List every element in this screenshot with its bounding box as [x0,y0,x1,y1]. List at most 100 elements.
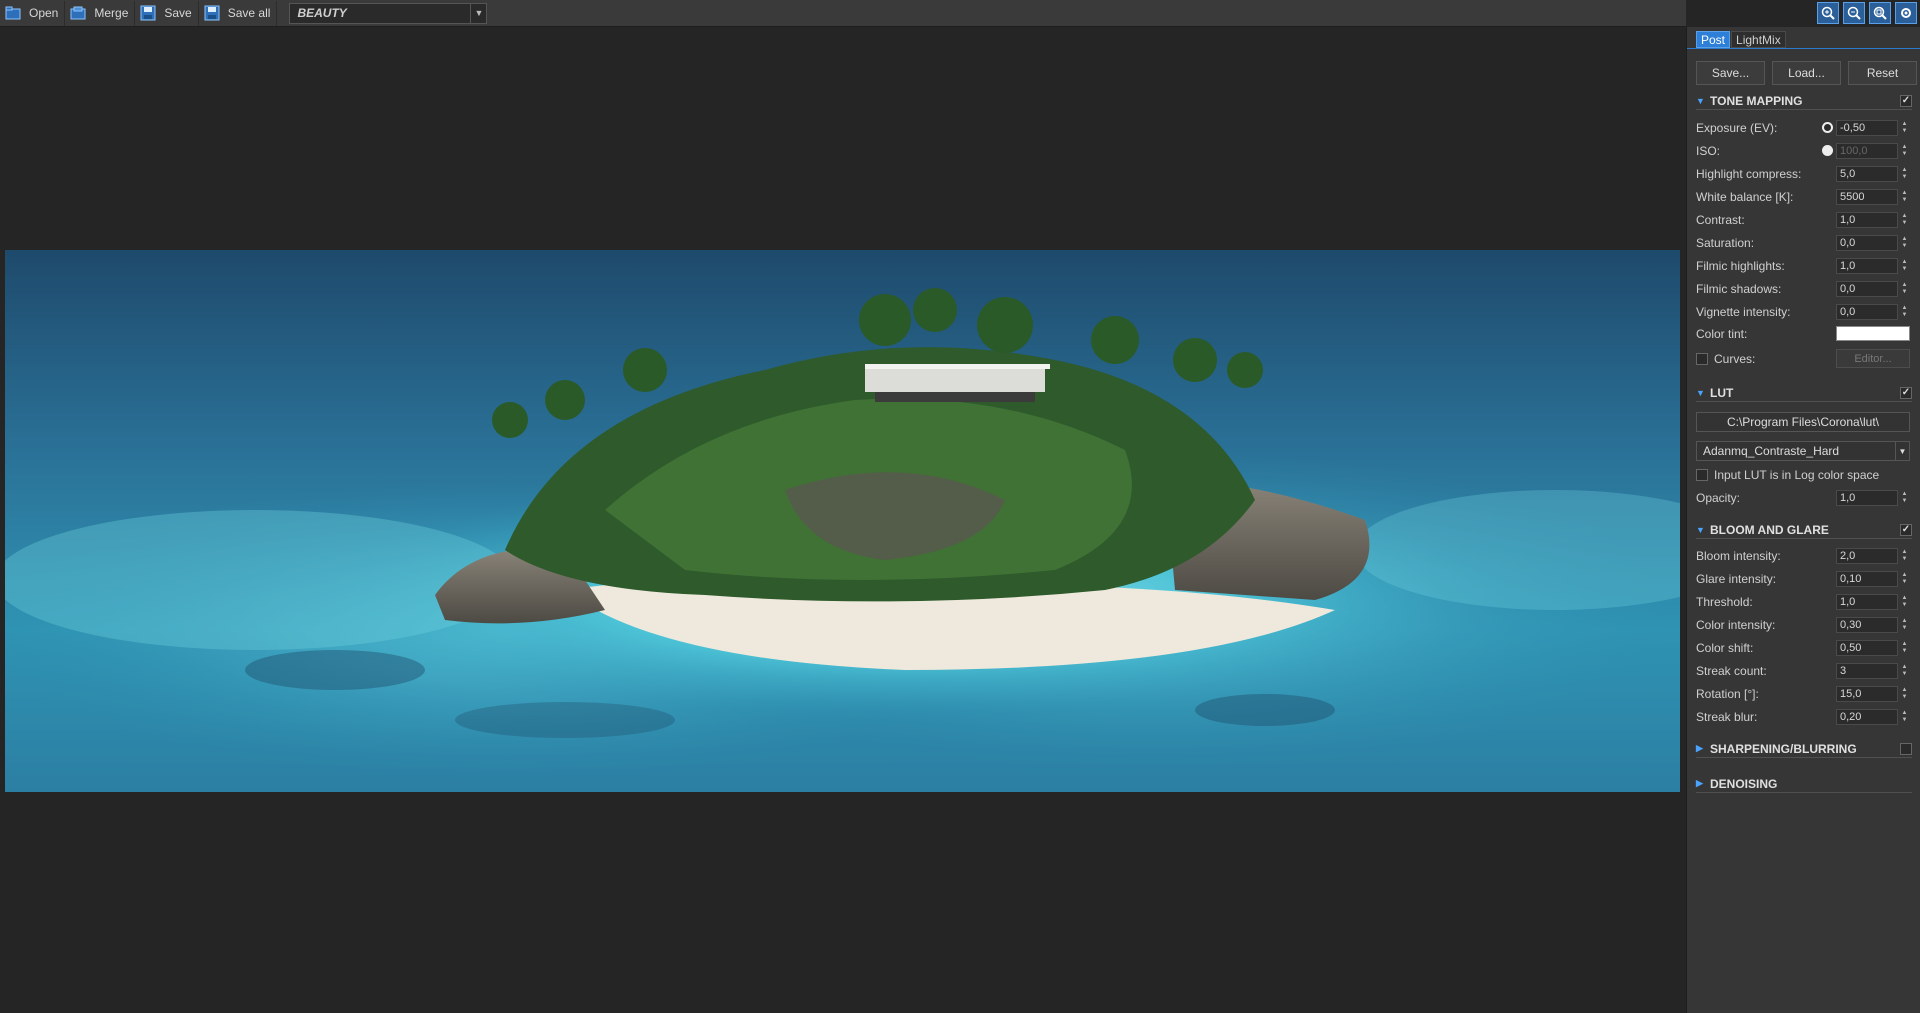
sharpening-enable-checkbox[interactable] [1900,743,1912,755]
tone-mapping-enable-checkbox[interactable]: ✓ [1900,95,1912,107]
rotation-field[interactable]: 15,0 [1836,685,1898,702]
bloom-glare-header[interactable]: ▼ BLOOM AND GLARE ✓ [1696,521,1912,539]
spinner-icon[interactable]: ▲ ▼ [1900,212,1909,228]
color-shift-field[interactable]: 0,50 [1836,639,1898,656]
spinner-icon[interactable]: ▲ ▼ [1900,490,1909,506]
lut-title: LUT [1710,385,1734,400]
chevron-down-icon[interactable]: ▼ [1895,442,1909,460]
color-intensity-row: Color intensity: 0,30 ▲ ▼ [1696,615,1912,634]
spinner-icon[interactable]: ▲ ▼ [1900,235,1909,251]
curves-row: Curves: Editor... [1696,349,1912,368]
denoising-header[interactable]: ▶ DENOISING [1696,775,1912,793]
lut-header[interactable]: ▼ LUT ✓ [1696,384,1912,402]
spinner-icon[interactable]: ▲ ▼ [1900,548,1909,564]
vignette-label: Vignette intensity: [1696,304,1791,319]
color-tint-swatch[interactable] [1836,326,1910,341]
spinner-icon[interactable]: ▲ ▼ [1900,594,1909,610]
bloom-glare-title: BLOOM AND GLARE [1710,522,1829,537]
expand-triangle-icon: ▼ [1696,387,1705,398]
streak-blur-field[interactable]: 0,20 [1836,708,1898,725]
spinner-icon[interactable]: ▲ ▼ [1900,709,1909,725]
exposure-field[interactable]: -0,50 [1836,119,1898,136]
bloom-intensity-field[interactable]: 2,0 [1836,547,1898,564]
save-preset-button[interactable]: Save... [1696,61,1765,85]
floppy-multi-icon [203,4,221,22]
denoising-title: DENOISING [1710,776,1778,791]
iso-radio[interactable] [1822,145,1833,156]
zoom-fit-icon[interactable] [1869,2,1891,24]
filmic-highlights-field[interactable]: 1,0 [1836,257,1898,274]
settings-icon[interactable] [1895,2,1917,24]
contrast-label: Contrast: [1696,212,1745,227]
spinner-icon[interactable]: ▲ ▼ [1900,686,1909,702]
sharpening-header[interactable]: ▶ SHARPENING/BLURRING [1696,740,1912,758]
collapsed-triangle-icon: ▶ [1696,778,1703,788]
iso-row: ISO: 100,0 ▲ ▼ [1696,141,1912,160]
tone-mapping-header[interactable]: ▼ TONE MAPPING ✓ [1696,92,1912,110]
tab-lightmix[interactable]: LightMix [1731,31,1786,48]
lut-log-checkbox[interactable] [1696,469,1708,481]
zoom-controls [1817,2,1917,24]
highlight-compress-label: Highlight compress: [1696,166,1802,181]
spinner-icon[interactable]: ▲ ▼ [1900,281,1909,297]
curves-editor-button[interactable]: Editor... [1836,349,1910,368]
contrast-field[interactable]: 1,0 [1836,211,1898,228]
lut-enable-checkbox[interactable]: ✓ [1900,387,1912,399]
lut-opacity-field[interactable]: 1,0 [1836,489,1898,506]
streak-count-row: Streak count: 3 ▲ ▼ [1696,661,1912,680]
merge-button[interactable]: Merge [65,0,136,26]
panel-tabs: Post LightMix [1696,31,1787,48]
expand-triangle-icon: ▼ [1696,524,1705,535]
save-all-button[interactable]: Save all [199,0,278,26]
spinner-icon[interactable]: ▲ ▼ [1900,143,1909,159]
tab-post[interactable]: Post [1696,31,1731,48]
spinner-icon[interactable]: ▲ ▼ [1900,617,1909,633]
filmic-highlights-label: Filmic highlights: [1696,258,1785,273]
filmic-shadows-field[interactable]: 0,0 [1836,280,1898,297]
lut-log-row: Input LUT is in Log color space [1696,468,1879,482]
spinner-icon[interactable]: ▲ ▼ [1900,663,1909,679]
spinner-icon[interactable]: ▲ ▼ [1900,571,1909,587]
lut-path-button[interactable]: C:\Program Files\Corona\lut\ [1696,412,1910,432]
open-button[interactable]: Open [0,0,66,26]
zoom-out-icon[interactable] [1843,2,1865,24]
spinner-icon[interactable]: ▲ ▼ [1900,120,1909,136]
white-balance-field[interactable]: 5500 [1836,188,1898,205]
curves-checkbox[interactable] [1696,352,1708,365]
streak-count-field[interactable]: 3 [1836,662,1898,679]
color-shift-label: Color shift: [1696,640,1754,655]
glare-intensity-row: Glare intensity: 0,10 ▲ ▼ [1696,569,1912,588]
rendered-image[interactable] [5,250,1680,792]
spinner-icon[interactable]: ▲ ▼ [1900,189,1909,205]
zoom-in-icon[interactable] [1817,2,1839,24]
reset-button[interactable]: Reset [1848,61,1917,85]
sharpening-title: SHARPENING/BLURRING [1710,741,1857,756]
spinner-icon[interactable]: ▲ ▼ [1900,166,1909,182]
vignette-field[interactable]: 0,0 [1836,303,1898,320]
iso-field[interactable]: 100,0 [1836,142,1898,159]
lut-select[interactable]: Adanmq_Contraste_Hard ▼ [1696,441,1910,461]
spinner-icon[interactable]: ▲ ▼ [1900,304,1909,320]
collapsed-triangle-icon: ▶ [1696,743,1703,753]
post-panel: Post LightMix Save... Load... Reset ▼ TO… [1686,27,1920,1013]
chevron-down-icon[interactable]: ▼ [470,3,486,23]
rotation-label: Rotation [°]: [1696,686,1759,701]
threshold-field[interactable]: 1,0 [1836,593,1898,610]
color-intensity-field[interactable]: 0,30 [1836,616,1898,633]
open-label: Open [29,6,59,20]
tone-mapping-title: TONE MAPPING [1710,93,1803,108]
highlight-compress-field[interactable]: 5,0 [1836,165,1898,182]
iso-label: ISO: [1696,143,1721,158]
spinner-icon[interactable]: ▲ ▼ [1900,640,1909,656]
save-button[interactable]: Save [135,0,199,26]
spinner-icon[interactable]: ▲ ▼ [1900,258,1909,274]
threshold-label: Threshold: [1696,594,1753,609]
color-shift-row: Color shift: 0,50 ▲ ▼ [1696,638,1912,657]
rotation-row: Rotation [°]: 15,0 ▲ ▼ [1696,684,1912,703]
bloom-glare-enable-checkbox[interactable]: ✓ [1900,524,1912,536]
load-preset-button[interactable]: Load... [1772,61,1841,85]
saturation-field[interactable]: 0,0 [1836,234,1898,251]
glare-intensity-field[interactable]: 0,10 [1836,570,1898,587]
exposure-radio[interactable] [1822,122,1833,133]
render-pass-dropdown[interactable]: BEAUTY ▼ [289,2,488,24]
